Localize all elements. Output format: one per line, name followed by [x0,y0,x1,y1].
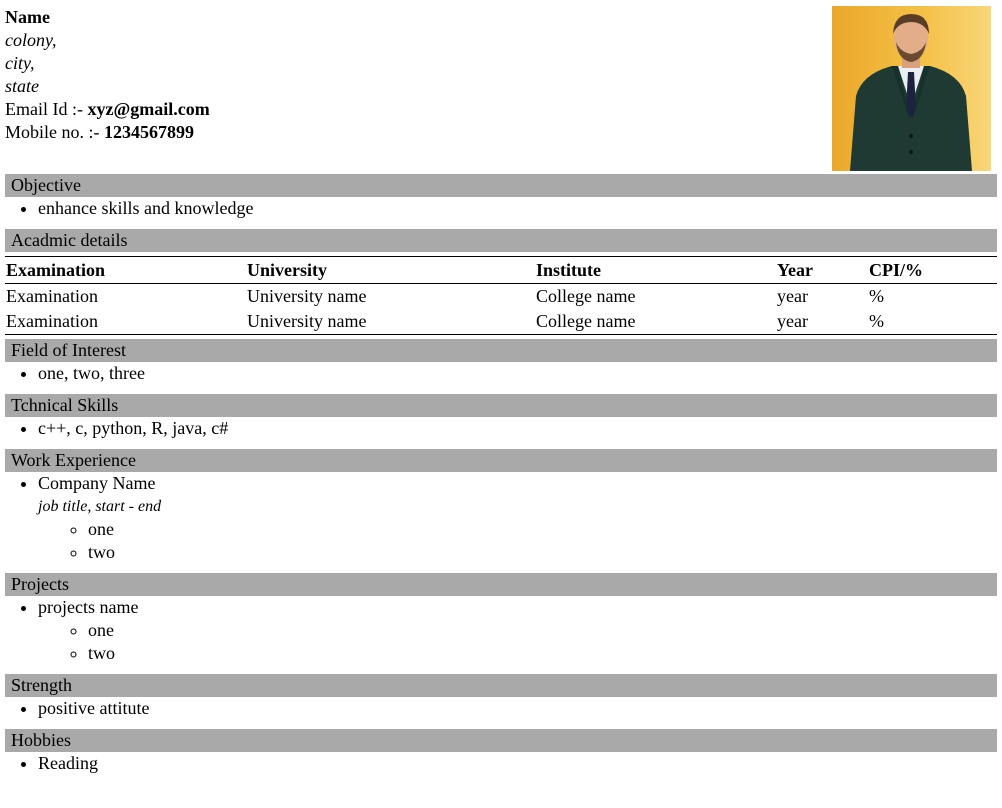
section-title-interest: Field of Interest [5,339,997,362]
list-item: two [88,541,997,564]
list-item: Reading [38,752,997,775]
list-item: c++, c, python, R, java, c# [38,417,997,440]
job-title: job title, start - end [38,498,162,515]
column-header-year: Year [776,256,868,284]
list-item: enhance skills and knowledge [38,197,997,220]
table-row: Examination University name College name… [5,284,997,310]
cell-examination: Examination [6,286,98,306]
list-item: two [88,642,997,665]
cell-university: University name [247,311,367,331]
cell-university: University name [247,286,367,306]
resume-page: Name colony, city, state Email Id :- xyz… [0,0,1002,775]
column-header-institute: Institute [535,256,776,284]
projects-list: projects name one two [5,596,997,665]
hobbies-list: Reading [5,752,997,775]
project-name: projects name [38,597,139,617]
section-title-projects: Projects [5,573,997,596]
work-list: Company Name job title, start - end one … [5,472,997,564]
list-item: one, two, three [38,362,997,385]
academic-table: Examination University Institute Year CP… [5,256,997,335]
cell-year: year [777,311,808,331]
cell-institute: College name [536,311,636,331]
profile-photo [832,6,991,171]
objective-list: enhance skills and knowledge [5,197,997,220]
mobile-label: Mobile no. :- [5,122,104,142]
resume-header: Name colony, city, state Email Id :- xyz… [5,6,997,174]
work-sublist: one two [38,518,997,564]
section-title-skills: Tchnical Skills [5,394,997,417]
list-item: projects name one two [38,596,997,665]
section-title-hobbies: Hobbies [5,729,997,752]
company-name: Company Name [38,473,156,493]
section-title-academic: Acadmic details [5,229,997,252]
list-item: one [88,619,997,642]
column-header-university: University [246,256,535,284]
section-title-objective: Objective [5,174,997,197]
cell-year: year [777,286,808,306]
cell-examination: Examination [6,311,98,331]
cell-institute: College name [536,286,636,306]
skills-list: c++, c, python, R, java, c# [5,417,997,440]
cell-cpi: % [869,286,884,306]
list-item: Company Name job title, start - end one … [38,472,997,564]
column-header-cpi: CPI/% [868,256,997,284]
interest-list: one, two, three [5,362,997,385]
strength-list: positive attitute [5,697,997,720]
table-row: Examination University name College name… [5,309,997,335]
projects-sublist: one two [38,619,997,665]
table-header-row: Examination University Institute Year CP… [5,256,997,284]
email-value: xyz@gmail.com [87,99,210,119]
list-item: one [88,518,997,541]
cell-cpi: % [869,311,884,331]
list-item: positive attitute [38,697,997,720]
section-title-strength: Strength [5,674,997,697]
section-title-work: Work Experience [5,449,997,472]
email-label: Email Id :- [5,99,88,119]
mobile-value: 1234567899 [104,122,194,142]
column-header-examination: Examination [5,256,246,284]
